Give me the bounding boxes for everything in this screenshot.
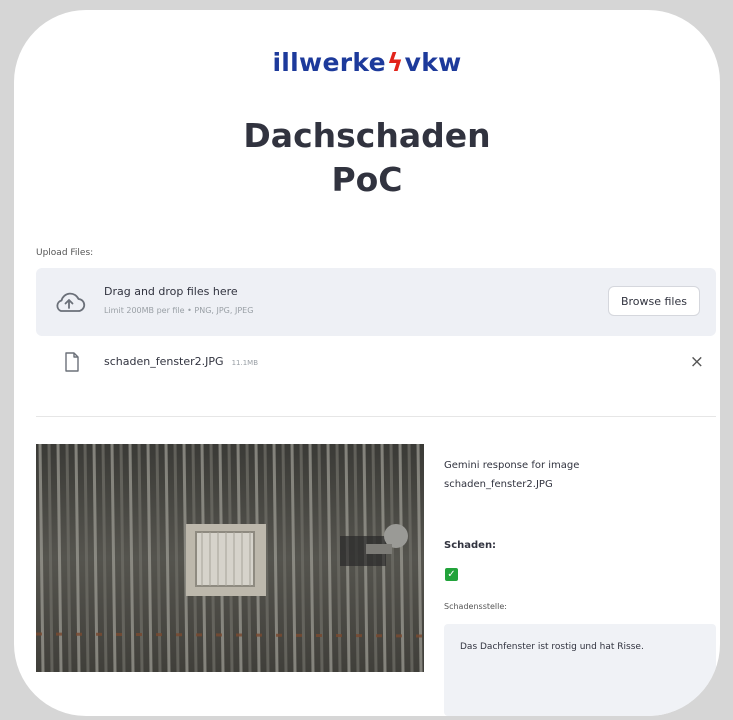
app-card: illwerkeϟvkw Dachschaden PoC Upload File… [14, 10, 720, 716]
schadensstelle-textarea[interactable]: Das Dachfenster ist rostig und hat Risse… [444, 624, 716, 716]
logo-left-text: illwerke [272, 48, 386, 77]
title-line-2: PoC [331, 160, 403, 199]
schaden-heading: Schaden: [444, 540, 497, 551]
page-title: Dachschaden PoC [14, 114, 720, 202]
response-label-line-2: schaden_fenster2.JPG [444, 479, 553, 490]
cloud-upload-icon [56, 292, 86, 312]
roof-damage-photo [36, 444, 424, 672]
response-label-line-1: Gemini response for image [444, 460, 580, 471]
file-dropzone[interactable]: Drag and drop files here Limit 200MB per… [36, 268, 716, 336]
logo-bolt-icon: ϟ [386, 48, 404, 77]
title-line-1: Dachschaden [243, 116, 491, 155]
file-size-text: 11.1MB [231, 359, 258, 367]
gemini-response-label: Gemini response for image schaden_fenste… [444, 456, 694, 494]
schadensstelle-text: Das Dachfenster ist rostig und hat Risse… [460, 642, 644, 652]
checkbox-checked-icon[interactable]: ✓ [445, 568, 458, 581]
file-icon [65, 352, 79, 372]
browse-files-button[interactable]: Browse files [607, 286, 700, 316]
file-name-text: schaden_fenster2.JPG [104, 355, 224, 368]
uploaded-file-name: schaden_fenster2.JPG 11.1MB [104, 355, 258, 368]
section-divider [36, 416, 716, 417]
dropzone-limit-text: Limit 200MB per file • PNG, JPG, JPEG [104, 306, 254, 315]
logo-right-text: vkw [404, 48, 462, 77]
schadensstelle-label: Schadensstelle: [444, 602, 507, 611]
upload-files-label: Upload Files: [36, 248, 94, 258]
close-icon[interactable]: × [690, 352, 704, 372]
illwerke-vkw-logo: illwerkeϟvkw [14, 48, 720, 77]
dropzone-instructions: Drag and drop files here [104, 285, 238, 298]
uploaded-file-row: schaden_fenster2.JPG 11.1MB × [36, 346, 716, 380]
